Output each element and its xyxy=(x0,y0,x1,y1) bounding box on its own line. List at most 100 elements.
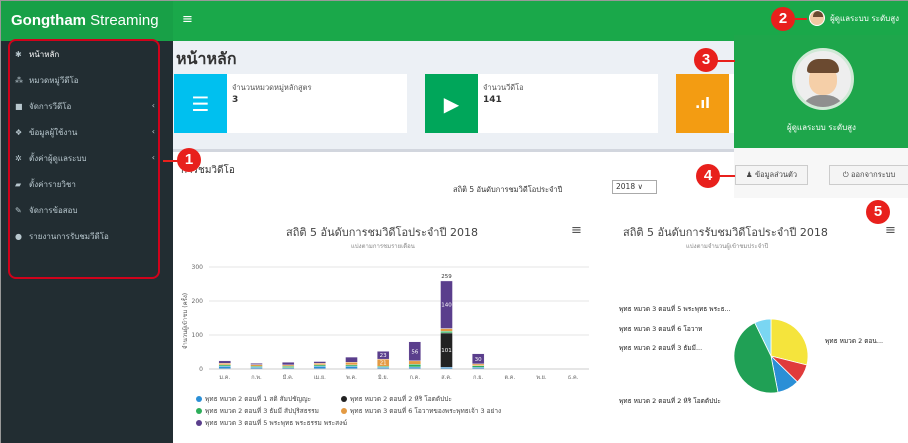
bar-segment xyxy=(218,360,232,364)
bar-segment xyxy=(345,364,358,367)
list-icon: ☰ xyxy=(174,74,227,133)
y-tick-label: 0 xyxy=(199,366,203,373)
pie-label: พุทธ หมวด 3 ตอนที่ 6 โอวาท xyxy=(619,325,703,333)
bar-chart-subtitle: แบ่งตามการชมรายเดือน xyxy=(351,243,415,250)
x-tick-label: ส.ค. xyxy=(441,374,452,381)
info-box-stats: .ıl xyxy=(676,74,736,133)
x-tick-label: เม.ย. xyxy=(314,375,326,381)
app-logo[interactable]: Gongtham Streaming xyxy=(1,1,173,41)
info-box-videos: ▶ จำนวนวีดีโอ 141 xyxy=(425,74,658,133)
bar-segment xyxy=(313,361,327,364)
bar-chart-title: สถิติ 5 อันดับการชมวิดีโอประจำปี 2018 xyxy=(286,226,478,239)
x-tick-label: ต.ค. xyxy=(504,375,515,381)
bar-segment xyxy=(345,361,358,366)
annotation-badge-2: 2 xyxy=(771,7,795,31)
info-box-value: 141 xyxy=(483,95,502,105)
legend-item[interactable]: พุทธ หมวด 3 ตอนที่ 5 พระพุทธ พระธรรม พระ… xyxy=(196,418,347,428)
bar-segment xyxy=(408,364,422,368)
annotation-badge-3: 3 xyxy=(694,48,718,72)
bar-segment xyxy=(345,356,358,363)
user-menu-label: ผู้ดูแลระบบ ระดับสูง xyxy=(830,13,899,23)
annotation-arrow-4 xyxy=(719,175,735,177)
legend-swatch xyxy=(341,408,347,414)
bar-segment xyxy=(471,363,485,366)
camera-icon: ▶ xyxy=(425,74,478,133)
legend-item[interactable]: พุทธ หมวด 2 ตอนที่ 3 ธัมมี สัปปุริสธรรม xyxy=(196,406,319,416)
legend-label: พุทธ หมวด 2 ตอนที่ 3 ธัมมี สัปปุริสธรรม xyxy=(205,407,319,415)
x-tick-label: ธ.ค. xyxy=(568,374,579,381)
legend-label: พุทธ หมวด 2 ตอนที่ 2 หิริ โอตตัปปะ xyxy=(350,395,452,403)
annotation-arrow-3 xyxy=(717,60,735,62)
pie-chart-menu-icon[interactable]: ≡ xyxy=(885,223,896,238)
total-label: 259 xyxy=(441,274,452,280)
bar-chart: 0 100 200 300 จำนวนผู้เข้าชม (ครั้ง) ม.ค. ก.พ.… xyxy=(181,264,589,381)
menu-toggle-icon[interactable]: ≡ xyxy=(182,12,193,27)
x-tick-label: มี.ค. xyxy=(282,374,293,381)
x-tick-label: มิ.ย. xyxy=(378,374,389,381)
pie-label: พุทธ หมวด 2 ตอนที่ 2 หิริ โอตตัปปะ xyxy=(619,397,721,405)
x-tick-label: ก.ค. xyxy=(410,375,421,381)
avatar-small xyxy=(809,10,826,26)
data-label: 140 xyxy=(441,303,452,309)
legend-label: พุทธ หมวด 2 ตอนที่ 1 สติ สัมปชัญญะ xyxy=(205,395,312,403)
pie-chart-subtitle: แบ่งตามจำนวนผู้เข้าชมประจำปี xyxy=(686,243,769,250)
x-tick-label: ม.ค. xyxy=(219,375,230,381)
pie-label: พุทธ หมวด 2 ตอน... xyxy=(825,337,884,345)
legend-item[interactable]: พุทธ หมวด 2 ตอนที่ 1 สติ สัมปชัญญะ xyxy=(196,394,311,404)
y-tick-label: 200 xyxy=(192,298,204,305)
profile-button[interactable]: ♟ ข้อมูลส่วนตัว xyxy=(735,165,808,185)
data-label: 56 xyxy=(411,349,418,355)
bar-chart-icon: .ıl xyxy=(676,74,729,133)
pie-chart-title: สถิติ 5 อันดับการรับชมวิดีโอประจำปี 2018 xyxy=(623,226,828,239)
bar-segment xyxy=(313,363,327,366)
bar-segment xyxy=(218,363,232,366)
legend-label: พุทธ หมวด 3 ตอนที่ 6 โอวาทของพระพุทธเจ้า… xyxy=(350,407,502,415)
pie-label: พุทธ หมวด 3 ตอนที่ 5 พระพุทธ พระธ... xyxy=(619,305,731,313)
legend-item[interactable]: พุทธ หมวด 3 ตอนที่ 6 โอวาทของพระพุทธเจ้า… xyxy=(341,406,501,416)
pie-label: พุทธ หมวด 2 ตอนที่ 3 ธัมมี... xyxy=(619,344,703,352)
bar-segment xyxy=(218,364,232,367)
year-select[interactable]: 2018 ∨ xyxy=(612,180,657,194)
info-box-label: จำนวนหมวดหมู่หลักสูตร xyxy=(232,83,312,92)
legend-swatch xyxy=(341,396,347,402)
bar-segment xyxy=(281,361,295,366)
bar-segment xyxy=(313,364,327,367)
annotation-badge-1: 1 xyxy=(177,148,201,172)
y-axis-label: จำนวนผู้เข้าชม (ครั้ง) xyxy=(181,293,189,349)
annotation-arrow-2 xyxy=(795,18,807,20)
bar-chart-menu-icon[interactable]: ≡ xyxy=(571,223,582,238)
legend-label: พุทธ หมวด 3 ตอนที่ 5 พระพุทธ พระธรรม พระ… xyxy=(205,419,348,427)
data-label: 21 xyxy=(380,361,387,367)
info-box-value: 3 xyxy=(232,95,239,105)
bar-segment xyxy=(471,365,485,368)
legend-swatch xyxy=(196,396,202,402)
bar-segment xyxy=(440,328,453,332)
bar-segment xyxy=(281,364,295,367)
data-label: 23 xyxy=(380,353,387,359)
bar-segment xyxy=(281,366,295,368)
filter-label: สถิติ 5 อันดับการชมวิดีโอประจำปี xyxy=(453,185,563,194)
legend-item[interactable]: พุทธ หมวด 2 ตอนที่ 2 หิริ โอตตัปปะ xyxy=(341,394,452,404)
y-tick-label: 100 xyxy=(192,332,204,339)
pie-chart xyxy=(733,318,809,394)
annotation-badge-5: 5 xyxy=(866,200,890,224)
bar-segment xyxy=(250,363,263,365)
legend-swatch xyxy=(196,408,202,414)
legend-swatch xyxy=(196,420,202,426)
logout-button[interactable]: ⏻ ออกจากระบบ xyxy=(829,165,908,185)
bar-segment xyxy=(408,360,422,365)
data-label: 30 xyxy=(475,357,482,363)
x-tick-label: พ.ค. xyxy=(346,375,357,381)
x-tick-label: พ.ย. xyxy=(536,375,547,381)
info-box-categories: ☰ จำนวนหมวดหมู่หลักสูตร 3 xyxy=(174,74,407,133)
data-label: 101 xyxy=(441,348,452,354)
page-title: หน้าหลัก xyxy=(176,49,237,68)
bar-segment xyxy=(250,364,263,367)
user-menu-toggle[interactable]: ผู้ดูแลระบบ ระดับสูง xyxy=(809,10,899,26)
x-tick-label: ก.พ. xyxy=(251,375,262,381)
y-tick-label: 300 xyxy=(192,264,204,271)
annotation-box-sidebar xyxy=(8,39,160,279)
x-tick-label: ก.ย. xyxy=(473,375,483,381)
annotation-badge-4: 4 xyxy=(696,164,720,188)
bar-segment xyxy=(440,331,453,334)
